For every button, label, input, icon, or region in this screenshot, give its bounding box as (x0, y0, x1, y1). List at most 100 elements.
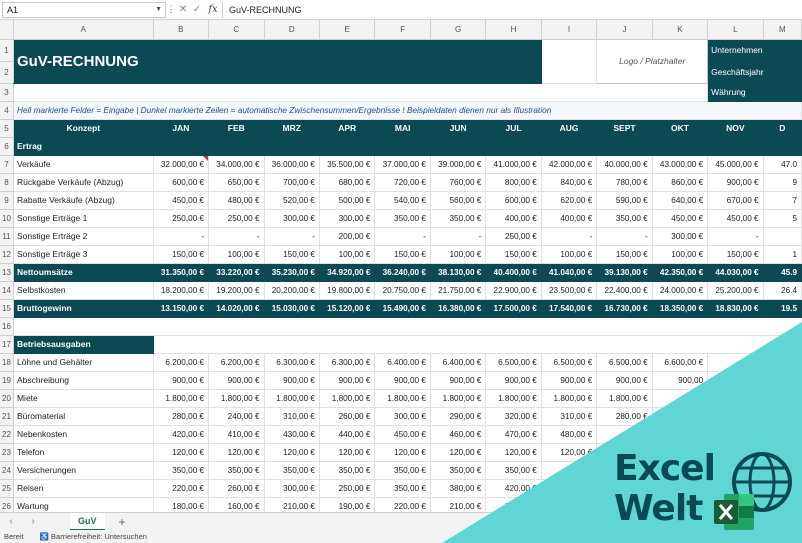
value-cell[interactable]: 190,00 € (319, 497, 376, 512)
value-cell[interactable]: 900,00 € (541, 371, 598, 390)
value-cell[interactable]: 540,00 € (374, 191, 431, 210)
column-header[interactable]: E (319, 20, 376, 40)
value-cell[interactable]: 44.030,00 € (707, 263, 764, 282)
row-header[interactable]: 13 (0, 263, 14, 282)
header-month[interactable]: MRZ (264, 119, 320, 138)
row-label[interactable]: Rabatte Verkäufe (Abzug) (13, 191, 154, 210)
value-cell[interactable]: 350,00 € (596, 209, 653, 228)
value-cell[interactable]: 6.400,00 € (430, 353, 487, 372)
chevron-down-icon[interactable]: ▼ (155, 6, 165, 13)
accessibility-status[interactable]: ♿ Barrierefreiheit: Untersuchen (40, 532, 147, 541)
value-cell[interactable]: 150,00 € (264, 245, 320, 264)
value-cell[interactable]: 40.000,00 € (596, 155, 653, 174)
value-cell[interactable]: - (264, 227, 320, 246)
value-cell[interactable]: 900,00 € (596, 371, 653, 390)
value-cell[interactable]: 670,00 € (707, 191, 764, 210)
value-cell[interactable]: - (153, 227, 210, 246)
row-header[interactable]: 8 (0, 173, 14, 192)
value-cell[interactable]: 19.5 (763, 299, 802, 318)
next-sheet-icon[interactable]: › (22, 516, 44, 527)
row-header[interactable]: 7 (0, 155, 14, 174)
value-cell[interactable]: 210,00 € (430, 497, 487, 512)
value-cell[interactable]: 19.200,00 € (208, 281, 265, 300)
header-month[interactable]: APR (319, 119, 376, 138)
value-cell[interactable]: 1.800,00 € (319, 389, 376, 408)
value-cell[interactable]: 100,00 € (541, 245, 598, 264)
row-label[interactable]: Büromaterial (13, 407, 154, 426)
row-header[interactable]: 22 (0, 425, 14, 444)
value-cell[interactable]: 1.800,00 € (485, 389, 542, 408)
column-header[interactable]: K (652, 20, 709, 40)
value-cell[interactable]: 16.380,00 € (430, 299, 487, 318)
row-header[interactable]: 5 (0, 119, 14, 138)
column-header[interactable]: J (596, 20, 653, 40)
row-header[interactable]: 21 (0, 407, 14, 426)
value-cell[interactable]: 900,00 (652, 371, 709, 390)
value-cell[interactable]: 6.200,00 € (208, 353, 265, 372)
value-cell[interactable]: 350,00 € (319, 461, 376, 480)
value-cell[interactable]: 150,00 € (707, 245, 764, 264)
value-cell[interactable]: 350,00 € (153, 461, 210, 480)
value-cell[interactable]: - (374, 227, 431, 246)
value-cell[interactable]: 590,00 € (596, 191, 653, 210)
value-cell[interactable]: 300,00 € (319, 209, 376, 228)
value-cell[interactable]: 32.000,00 € (153, 155, 210, 174)
row-header[interactable]: 15 (0, 299, 14, 318)
value-cell[interactable]: 41.040,00 € (541, 263, 598, 282)
row-label[interactable]: Verkäufe (13, 155, 154, 174)
value-cell[interactable]: 13.150,00 € (153, 299, 210, 318)
row-header[interactable]: 6 (0, 137, 14, 156)
value-cell[interactable]: 20.750,00 € (374, 281, 431, 300)
value-cell[interactable] (763, 227, 802, 246)
value-cell[interactable]: 620,00 € (541, 191, 598, 210)
row-label[interactable]: Sonstige Erträge 2 (13, 227, 154, 246)
value-cell[interactable]: 18.350,00 € (652, 299, 709, 318)
value-cell[interactable]: 900,00 € (319, 371, 376, 390)
value-cell[interactable]: 5 (763, 209, 802, 228)
value-cell[interactable]: 900,00 € (485, 371, 542, 390)
value-cell[interactable]: 560,00 € (430, 191, 487, 210)
cancel-icon[interactable]: ✕ (176, 4, 190, 15)
value-cell[interactable]: 700,00 € (264, 173, 320, 192)
value-cell[interactable]: 420,00 € (485, 479, 542, 498)
value-cell[interactable]: 350,00 € (430, 461, 487, 480)
value-cell[interactable]: 1.800,00 € (374, 389, 431, 408)
cell[interactable] (153, 335, 802, 354)
value-cell[interactable]: 220,00 € (374, 497, 431, 512)
header-month[interactable]: JAN (153, 119, 210, 138)
value-cell[interactable]: 120,00 € (208, 443, 265, 462)
row-header[interactable]: 20 (0, 389, 14, 408)
value-cell[interactable]: 31.350,00 € (153, 263, 210, 282)
value-cell[interactable]: 600,00 € (153, 173, 210, 192)
value-cell[interactable]: 720,00 € (374, 173, 431, 192)
row-header[interactable]: 18 (0, 353, 14, 372)
value-cell[interactable]: 150,00 € (153, 245, 210, 264)
value-cell[interactable]: 9 (763, 173, 802, 192)
value-cell[interactable]: - (707, 227, 764, 246)
row-header[interactable]: 9 (0, 191, 14, 210)
value-cell[interactable]: 260,00 € (208, 479, 265, 498)
row-label[interactable]: Abschreibung (13, 371, 154, 390)
value-cell[interactable]: 6.500,00 € (485, 353, 542, 372)
value-cell[interactable]: 480,00 € (208, 191, 265, 210)
value-cell[interactable]: 1.800,00 € (596, 389, 653, 408)
value-cell[interactable]: 470,00 € (485, 425, 542, 444)
value-cell[interactable]: 520,00 € (264, 191, 320, 210)
value-cell[interactable]: 18.830,00 € (707, 299, 764, 318)
header-month[interactable]: D (763, 119, 802, 138)
value-cell[interactable]: 400,00 € (541, 209, 598, 228)
value-cell[interactable]: 300,00 € (652, 227, 709, 246)
value-cell[interactable]: 350,00 € (264, 461, 320, 480)
row-header[interactable]: 25 (0, 479, 14, 498)
value-cell[interactable]: 26.4 (763, 281, 802, 300)
header-month[interactable]: AUG (541, 119, 598, 138)
value-cell[interactable]: 840,00 € (541, 173, 598, 192)
value-cell[interactable]: 680,00 € (319, 173, 376, 192)
value-cell[interactable] (652, 425, 709, 444)
value-cell[interactable]: 41.000,00 € (485, 155, 542, 174)
value-cell[interactable]: 20.200,00 € (264, 281, 320, 300)
value-cell[interactable]: 180,00 € (153, 497, 210, 512)
value-cell[interactable]: 900,00 € (707, 173, 764, 192)
value-cell[interactable]: 480,00 € (541, 425, 598, 444)
value-cell[interactable]: 42.350,00 € (652, 263, 709, 282)
